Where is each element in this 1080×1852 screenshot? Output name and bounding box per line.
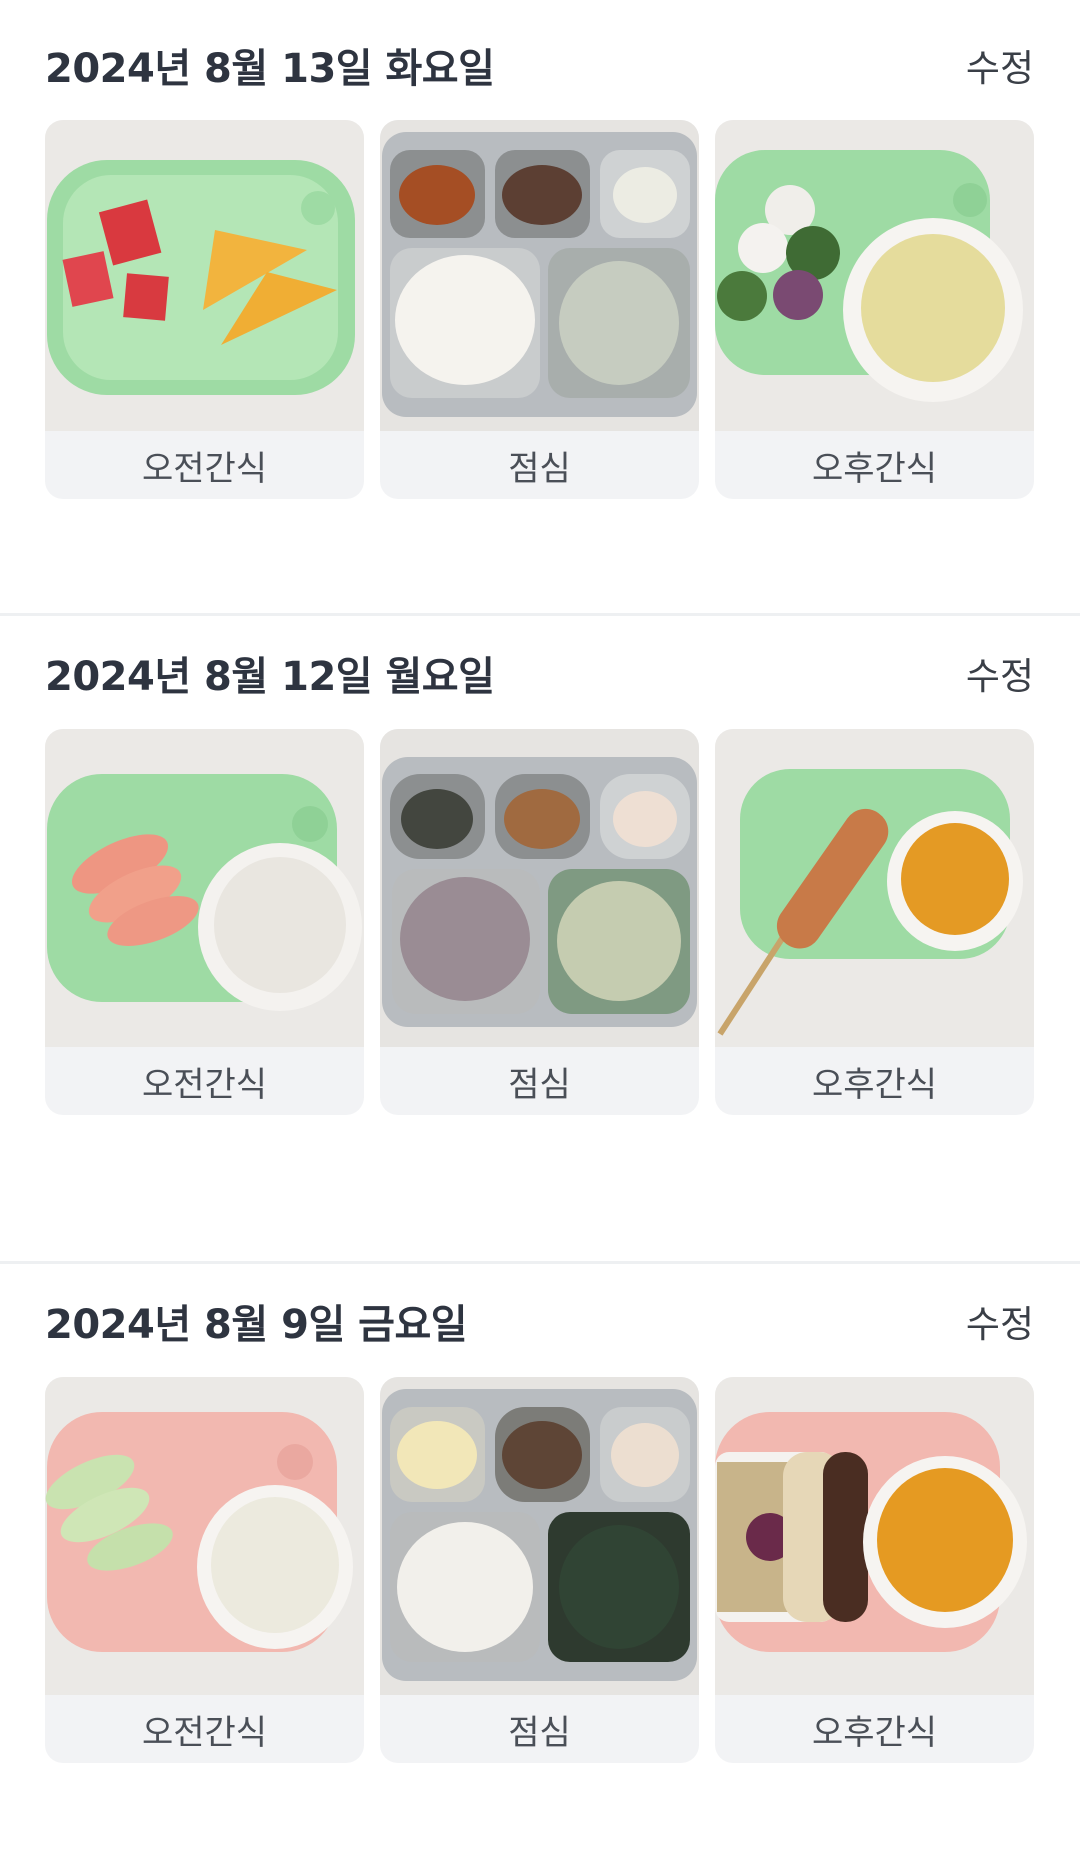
edit-button[interactable]: 수정 [966,646,1034,700]
meal-label: 오후간식 [811,1064,938,1105]
meal-label: 점심 [508,448,571,489]
meal-card-morning-snack[interactable]: 오전간식 [45,120,364,499]
lunch-tray-photo [380,729,699,1047]
meal-card-afternoon-snack[interactable]: 오후간식 [715,120,1034,499]
dumplings-and-soup-photo [715,120,1034,431]
day-header: 2024년 8월 12일 월요일 수정 [45,644,1034,702]
meal-label: 점심 [508,1064,571,1105]
corndog-and-juice-photo [715,729,1034,1047]
peach-and-yogurt-photo [45,729,364,1047]
day-section: 2024년 8월 9일 금요일 수정 오전간식 점심 오후간식 [0,1264,1080,1852]
lunch-tray-photo [380,1377,699,1695]
day-section: 2024년 8월 12일 월요일 수정 오전간식 점심 오후간식 [0,616,1080,1261]
meal-card-row: 오전간식 점심 오후간식 [45,1377,1034,1763]
apple-and-milk-photo [45,1377,364,1695]
day-date-title: 2024년 8월 13일 화요일 [45,46,495,92]
meal-label: 오후간식 [811,448,938,489]
edit-button[interactable]: 수정 [966,1294,1034,1348]
day-date-title: 2024년 8월 9일 금요일 [45,1302,468,1348]
meal-card-row: 오전간식 점심 오후간식 [45,729,1034,1115]
meal-card-morning-snack[interactable]: 오전간식 [45,1377,364,1763]
watermelon-and-melon-snack-photo [45,120,364,431]
meal-label: 오전간식 [141,1064,268,1105]
meal-card-lunch[interactable]: 점심 [380,1377,699,1763]
meal-card-lunch[interactable]: 점심 [380,120,699,499]
meal-card-afternoon-snack[interactable]: 오후간식 [715,729,1034,1115]
lunch-tray-photo [380,120,699,431]
day-header: 2024년 8월 9일 금요일 수정 [45,1292,1034,1350]
day-section: 2024년 8월 13일 화요일 수정 오전간식 점심 오후간식 [0,0,1080,613]
cake-and-juice-photo [715,1377,1034,1695]
day-header: 2024년 8월 13일 화요일 수정 [45,36,1034,94]
day-date-title: 2024년 8월 12일 월요일 [45,654,495,700]
edit-button[interactable]: 수정 [966,38,1034,92]
meal-label: 오후간식 [811,1712,938,1753]
meal-label: 오전간식 [141,1712,268,1753]
meal-label: 점심 [508,1712,571,1753]
meal-label: 오전간식 [141,448,268,489]
meal-card-afternoon-snack[interactable]: 오후간식 [715,1377,1034,1763]
meal-card-morning-snack[interactable]: 오전간식 [45,729,364,1115]
meal-card-row: 오전간식 점심 오후간식 [45,120,1034,499]
meal-card-lunch[interactable]: 점심 [380,729,699,1115]
